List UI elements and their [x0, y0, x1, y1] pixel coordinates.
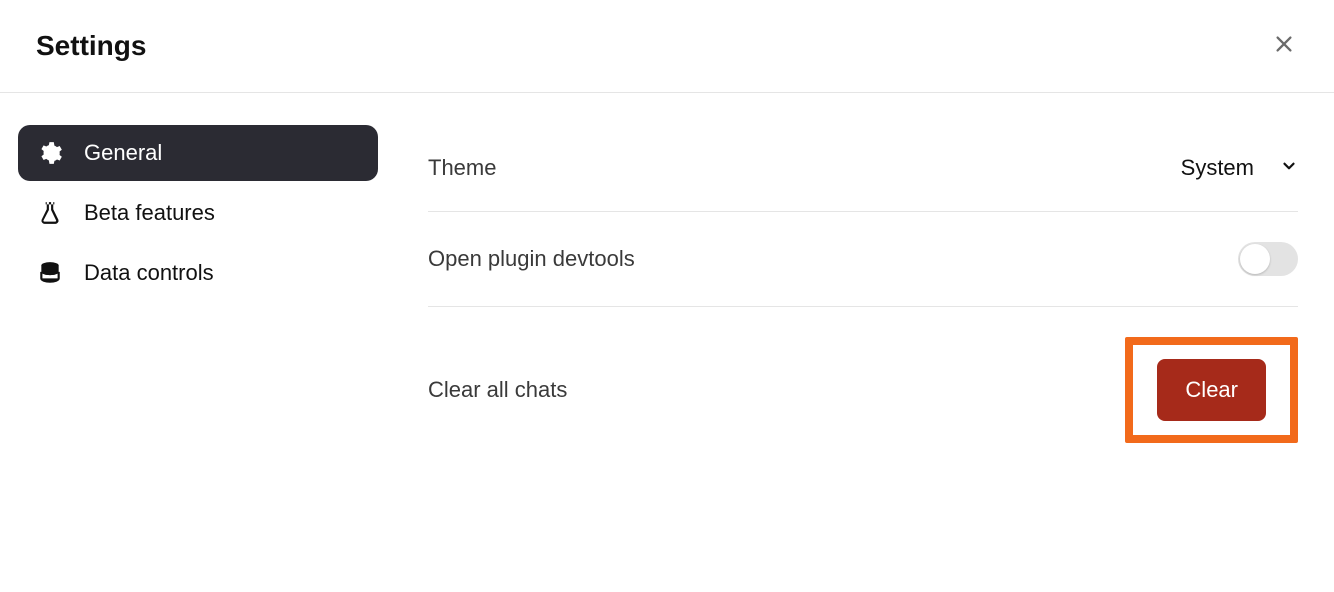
- sidebar-item-label: General: [84, 140, 162, 166]
- close-icon: [1273, 33, 1295, 60]
- theme-value: System: [1181, 155, 1254, 181]
- settings-body: General Beta features Data controls: [0, 93, 1334, 473]
- clear-chats-row: Clear all chats Clear: [428, 307, 1298, 473]
- close-button[interactable]: [1270, 32, 1298, 60]
- sidebar-item-beta-features[interactable]: Beta features: [18, 185, 378, 241]
- clear-chats-label: Clear all chats: [428, 377, 567, 403]
- gear-icon: [36, 139, 64, 167]
- devtools-row: Open plugin devtools: [428, 212, 1298, 307]
- settings-header: Settings: [0, 0, 1334, 93]
- theme-row: Theme System: [428, 125, 1298, 212]
- clear-button[interactable]: Clear: [1157, 359, 1266, 421]
- sidebar-item-label: Data controls: [84, 260, 214, 286]
- devtools-label: Open plugin devtools: [428, 246, 635, 272]
- devtools-toggle[interactable]: [1238, 242, 1298, 276]
- page-title: Settings: [36, 30, 146, 62]
- theme-select[interactable]: System: [1181, 155, 1298, 181]
- theme-label: Theme: [428, 155, 496, 181]
- database-icon: [36, 259, 64, 287]
- settings-sidebar: General Beta features Data controls: [18, 125, 378, 473]
- clear-button-highlight: Clear: [1125, 337, 1298, 443]
- flask-icon: [36, 199, 64, 227]
- settings-content: Theme System Open plugin devtools Clear …: [378, 125, 1316, 473]
- sidebar-item-data-controls[interactable]: Data controls: [18, 245, 378, 301]
- sidebar-item-label: Beta features: [84, 200, 215, 226]
- sidebar-item-general[interactable]: General: [18, 125, 378, 181]
- chevron-down-icon: [1280, 155, 1298, 181]
- toggle-knob: [1240, 244, 1270, 274]
